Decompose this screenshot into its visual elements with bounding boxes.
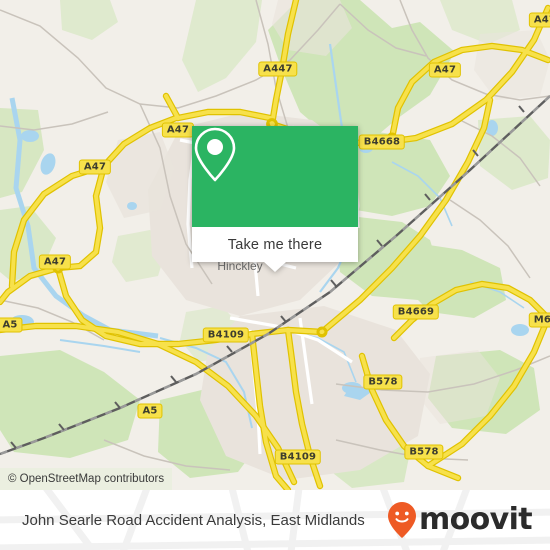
popup-header — [192, 126, 358, 227]
footer-bar: John Searle Road Accident Analysis, East… — [0, 490, 550, 550]
map-canvas[interactable]: Hinckley A447 A47 A47 A47 A47 A47 A5 A5 … — [0, 0, 550, 490]
road-shield-b4669[interactable]: B4669 — [392, 304, 440, 320]
moovit-pin-smiley-icon — [387, 502, 416, 538]
popup-pointer-tip — [264, 262, 286, 272]
location-popup-card[interactable]: Take me there — [192, 126, 358, 272]
popup-cta-row[interactable]: Take me there — [192, 227, 358, 262]
moovit-logo[interactable]: moovit — [387, 501, 533, 539]
osm-attribution[interactable]: © OpenStreetMap contributors — [0, 468, 173, 490]
road-shield-a5[interactable]: A5 — [137, 403, 163, 419]
road-shield-a47[interactable]: A47 — [428, 62, 462, 78]
take-me-there-label: Take me there — [227, 236, 323, 253]
road-shield-b578[interactable]: B578 — [363, 374, 403, 390]
road-shield-b4109[interactable]: B4109 — [274, 449, 322, 465]
moovit-wordmark: moovit — [418, 502, 533, 537]
road-shield-a447[interactable]: A447 — [258, 61, 298, 77]
page-title: John Searle Road Accident Analysis, East… — [22, 511, 365, 529]
road-shield-m69[interactable]: M69 — [528, 312, 550, 328]
moovit-map-screenshot: Hinckley A447 A47 A47 A47 A47 A47 A5 A5 … — [0, 0, 550, 550]
road-shield-a47[interactable]: A47 — [38, 254, 72, 270]
road-shield-a5[interactable]: A5 — [0, 317, 23, 333]
road-shield-a47[interactable]: A47 — [78, 159, 112, 175]
road-shield-a47[interactable]: A47 — [528, 12, 550, 28]
map-pin-icon — [194, 127, 236, 182]
road-shield-a47[interactable]: A47 — [161, 122, 195, 138]
road-shield-b4668[interactable]: B4668 — [358, 134, 406, 150]
road-shield-b578[interactable]: B578 — [404, 444, 444, 460]
road-shield-b4109[interactable]: B4109 — [202, 327, 250, 343]
